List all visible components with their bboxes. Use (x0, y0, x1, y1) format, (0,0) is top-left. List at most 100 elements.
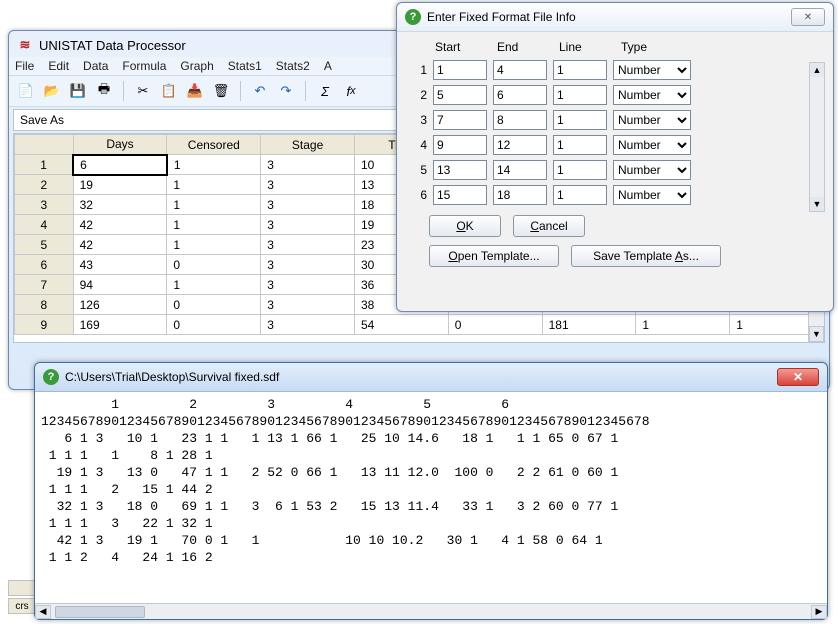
end-input[interactable] (493, 85, 547, 105)
grid-cell[interactable]: 1 (167, 175, 261, 195)
stub-cell[interactable]: crs (8, 598, 36, 614)
grid-cell[interactable]: 3 (261, 235, 355, 255)
text-window-titlebar[interactable]: ? C:\Users\Trial\Desktop\Survival fixed.… (35, 363, 827, 392)
type-select[interactable]: Number (613, 185, 691, 205)
grid-cell[interactable]: 54 (355, 315, 449, 335)
grid-cell[interactable]: 1 (167, 155, 261, 175)
grid-cell[interactable]: 6 (73, 155, 167, 175)
end-input[interactable] (493, 110, 547, 130)
line-input[interactable] (553, 135, 607, 155)
end-input[interactable] (493, 60, 547, 80)
end-input[interactable] (493, 160, 547, 180)
grid-cell[interactable]: 181 (542, 315, 636, 335)
dialog-close-button[interactable]: ✕ (791, 8, 825, 26)
type-select[interactable]: Number (613, 110, 691, 130)
open-icon[interactable]: 📂 (41, 80, 63, 102)
menu-edit[interactable]: Edit (48, 59, 69, 73)
grid-cell[interactable]: 1 (167, 235, 261, 255)
row-header[interactable]: 3 (15, 195, 74, 215)
start-input[interactable] (433, 185, 487, 205)
row-header[interactable]: 1 (15, 155, 74, 175)
sum-icon[interactable]: Σ (314, 80, 336, 102)
scroll-left-icon[interactable]: ◀ (35, 605, 51, 619)
menu-stats1[interactable]: Stats1 (228, 59, 262, 73)
grid-cell[interactable]: 43 (73, 255, 167, 275)
grid-cell[interactable]: 3 (261, 175, 355, 195)
line-input[interactable] (553, 110, 607, 130)
row-header[interactable]: 5 (15, 235, 74, 255)
grid-cell[interactable]: 3 (261, 215, 355, 235)
ok-button[interactable]: OK (429, 215, 501, 237)
menu-data[interactable]: Data (83, 59, 108, 73)
text-horizontal-scrollbar[interactable]: ◀ ▶ (35, 603, 827, 619)
open-template-button[interactable]: Open Template... (429, 245, 559, 267)
grid-cell[interactable]: 0 (167, 315, 261, 335)
corner-cell[interactable] (15, 135, 74, 155)
grid-cell[interactable]: 0 (167, 295, 261, 315)
delete-icon[interactable]: 🗑 (210, 80, 232, 102)
grid-cell[interactable]: 3 (261, 155, 355, 175)
cut-icon[interactable]: ✂ (132, 80, 154, 102)
grid-cell[interactable]: 3 (261, 275, 355, 295)
line-input[interactable] (553, 160, 607, 180)
end-input[interactable] (493, 185, 547, 205)
row-header[interactable]: 8 (15, 295, 74, 315)
undo-icon[interactable]: ↶ (249, 80, 271, 102)
menu-truncated[interactable]: A (324, 59, 332, 73)
text-content[interactable]: 1 2 3 4 5 6 1234567890123456789012345678… (35, 392, 827, 603)
grid-cell[interactable]: 19 (73, 175, 167, 195)
grid-cell[interactable]: 94 (73, 275, 167, 295)
start-input[interactable] (433, 85, 487, 105)
col-header-days[interactable]: Days (73, 135, 167, 155)
type-select[interactable]: Number (613, 135, 691, 155)
menu-stats2[interactable]: Stats2 (276, 59, 310, 73)
type-select[interactable]: Number (613, 60, 691, 80)
print-icon[interactable]: 🖶 (93, 80, 115, 102)
text-window-close-button[interactable]: ✕ (777, 368, 819, 386)
grid-cell[interactable]: 3 (261, 195, 355, 215)
stub-cell[interactable] (8, 580, 36, 596)
dialog-titlebar[interactable]: ? Enter Fixed Format File Info ✕ (397, 3, 833, 32)
scroll-down-icon[interactable]: ▼ (809, 326, 824, 342)
fx-icon[interactable]: fx (340, 80, 362, 102)
redo-icon[interactable]: ↷ (275, 80, 297, 102)
menu-formula[interactable]: Formula (122, 59, 166, 73)
start-input[interactable] (433, 135, 487, 155)
col-header-stage[interactable]: Stage (261, 135, 355, 155)
save-icon[interactable]: 💾 (67, 80, 89, 102)
scroll-down-icon[interactable]: ▼ (810, 197, 824, 211)
grid-cell[interactable]: 126 (73, 295, 167, 315)
paste-icon[interactable]: 📥 (184, 80, 206, 102)
grid-cell[interactable]: 0 (167, 255, 261, 275)
save-template-button[interactable]: Save Template As... (571, 245, 721, 267)
scroll-right-icon[interactable]: ▶ (811, 605, 827, 619)
start-input[interactable] (433, 110, 487, 130)
scrollbar-thumb[interactable] (55, 606, 145, 618)
row-header[interactable]: 6 (15, 255, 74, 275)
line-input[interactable] (553, 85, 607, 105)
grid-cell[interactable]: 1 (636, 315, 730, 335)
menu-file[interactable]: File (15, 59, 34, 73)
line-input[interactable] (553, 60, 607, 80)
cancel-button[interactable]: Cancel (513, 215, 585, 237)
type-select[interactable]: Number (613, 160, 691, 180)
grid-cell[interactable]: 0 (448, 315, 542, 335)
dialog-vertical-scrollbar[interactable]: ▲ ▼ (809, 62, 825, 212)
row-header[interactable]: 7 (15, 275, 74, 295)
row-header[interactable]: 9 (15, 315, 74, 335)
start-input[interactable] (433, 60, 487, 80)
grid-cell[interactable]: 3 (261, 295, 355, 315)
line-input[interactable] (553, 185, 607, 205)
grid-cell[interactable]: 1 (167, 275, 261, 295)
grid-cell[interactable]: 42 (73, 215, 167, 235)
grid-cell[interactable]: 32 (73, 195, 167, 215)
grid-cell[interactable]: 1 (167, 195, 261, 215)
new-icon[interactable]: 📄 (15, 80, 37, 102)
row-header[interactable]: 2 (15, 175, 74, 195)
scroll-up-icon[interactable]: ▲ (810, 63, 824, 77)
end-input[interactable] (493, 135, 547, 155)
grid-cell[interactable]: 3 (261, 255, 355, 275)
col-header-censored[interactable]: Censored (167, 135, 261, 155)
grid-cell[interactable]: 42 (73, 235, 167, 255)
grid-cell[interactable]: 3 (261, 315, 355, 335)
